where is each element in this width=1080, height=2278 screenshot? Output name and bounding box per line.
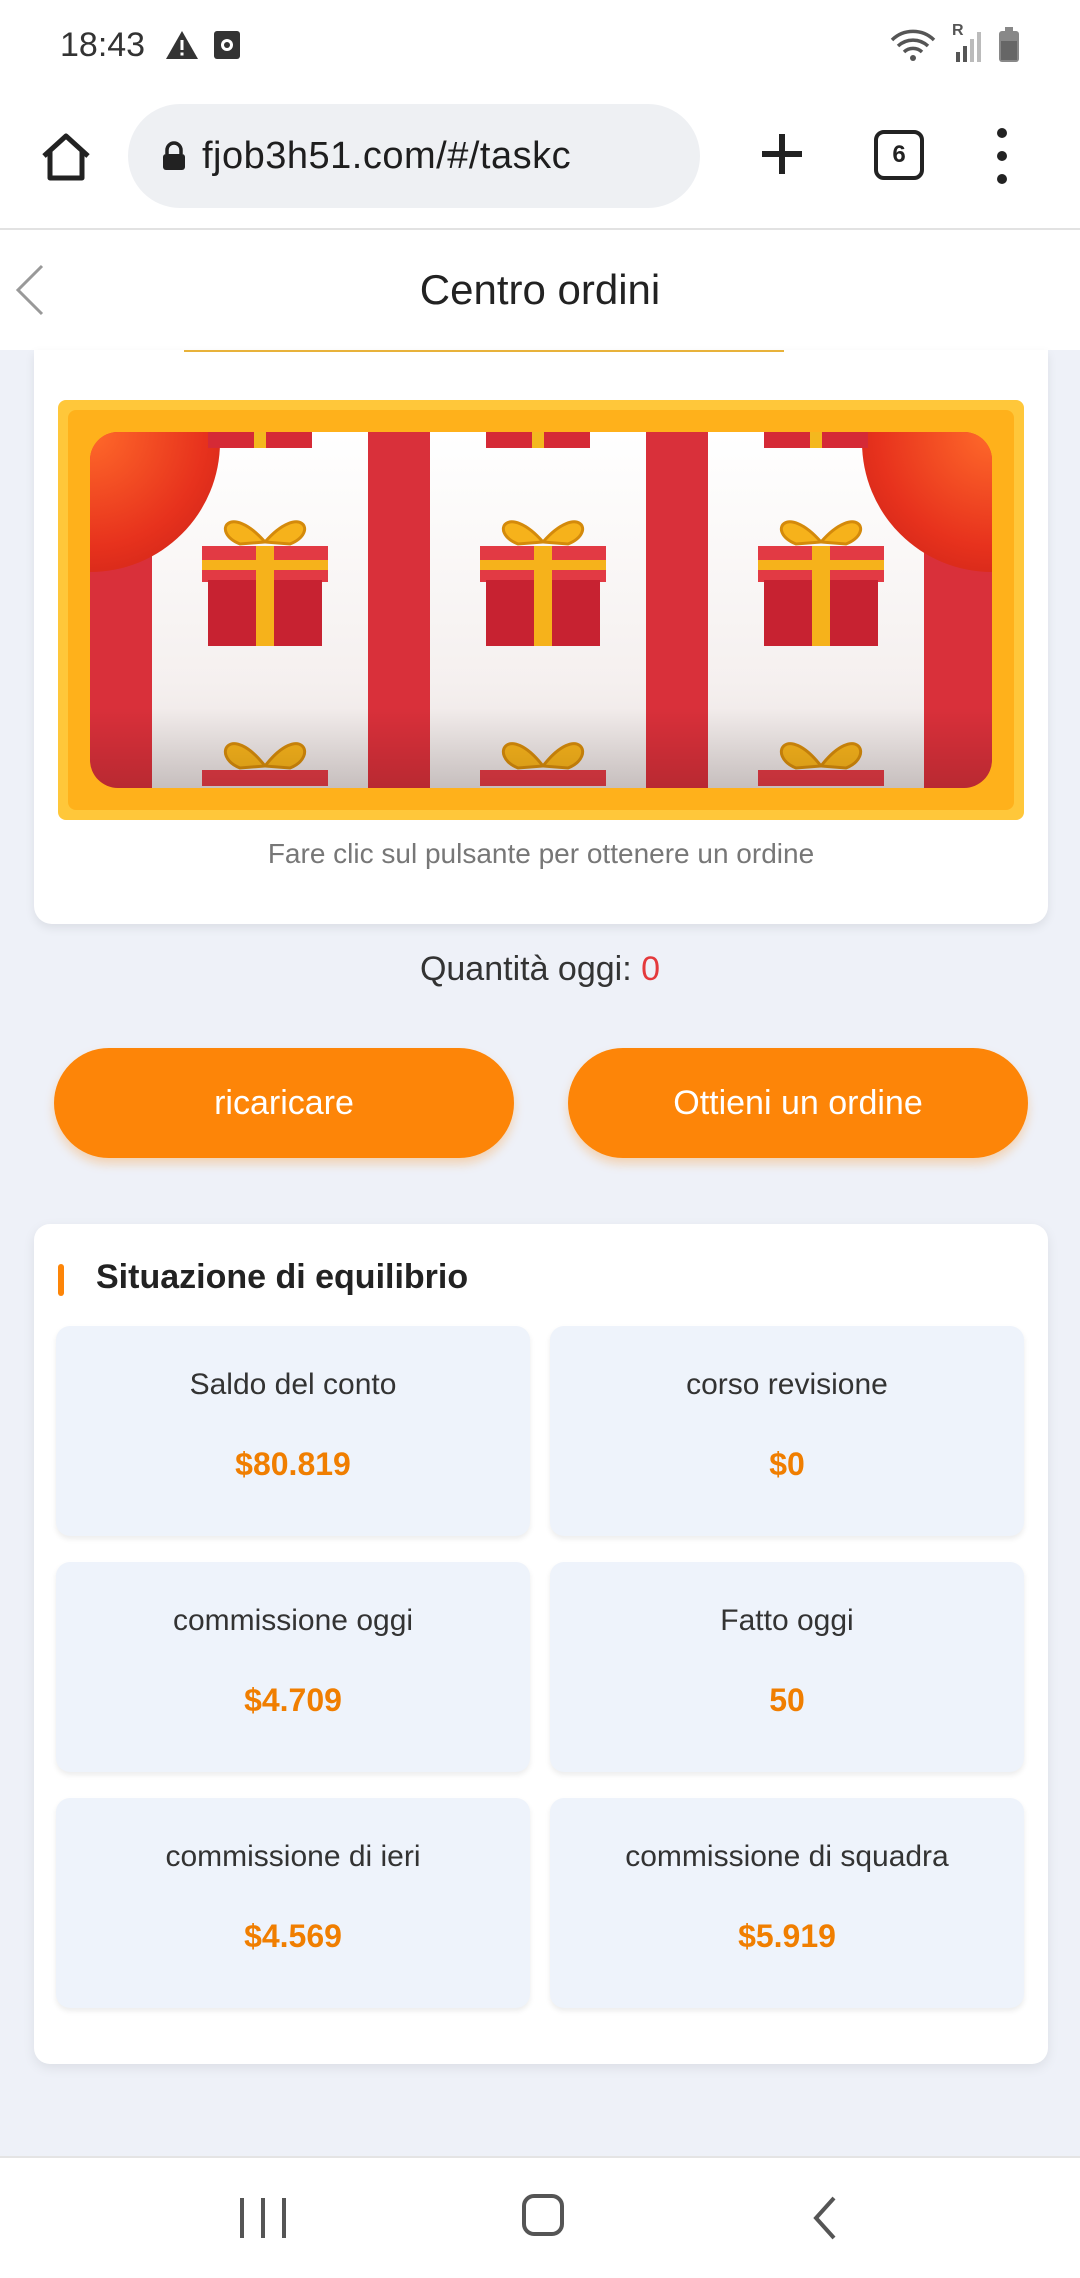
status-time: 18:43 bbox=[60, 25, 146, 64]
status-bar: 18:43 R bbox=[0, 0, 1080, 90]
stat-value: 50 bbox=[769, 1682, 805, 1718]
home-icon[interactable] bbox=[38, 128, 94, 184]
quantity-label: Quantità oggi: bbox=[419, 950, 642, 988]
system-nav-bar bbox=[0, 2156, 1080, 2278]
stat-label: Fatto oggi bbox=[720, 1604, 854, 1637]
balance-section-title: Situazione di equilibrio bbox=[96, 1258, 469, 1296]
gift-icon bbox=[758, 742, 884, 786]
url-text: fjob3h51.com/#/taskc bbox=[202, 134, 572, 177]
more-menu-icon[interactable] bbox=[990, 128, 1014, 184]
page-title: Centro ordini bbox=[419, 266, 661, 313]
stat-value: $5.919 bbox=[738, 1918, 836, 1954]
slot-window bbox=[90, 432, 992, 788]
new-tab-icon[interactable] bbox=[752, 124, 812, 184]
stat-label: commissione di ieri bbox=[165, 1840, 421, 1873]
lock-icon bbox=[163, 141, 185, 170]
screenshot-icon bbox=[214, 31, 241, 59]
gift-icon bbox=[758, 520, 884, 646]
signal-icon: R bbox=[952, 22, 982, 62]
back-arrow-icon[interactable] bbox=[12, 262, 52, 318]
gift-icon bbox=[480, 742, 606, 786]
quantity-value: 0 bbox=[641, 950, 661, 988]
recharge-button[interactable]: ricaricare bbox=[54, 1048, 514, 1158]
back-nav-icon[interactable] bbox=[810, 2194, 840, 2242]
home-nav-icon[interactable] bbox=[522, 2194, 564, 2236]
page-header: Centro ordini bbox=[0, 230, 1080, 350]
stat-done-today: Fatto oggi 50 bbox=[550, 1562, 1024, 1772]
stat-review-course: corso revisione $0 bbox=[550, 1326, 1024, 1536]
stat-value: $80.819 bbox=[235, 1446, 351, 1482]
stat-commission-today: commissione oggi $4.709 bbox=[56, 1562, 530, 1772]
stat-value: $0 bbox=[769, 1446, 805, 1482]
gift-icon bbox=[202, 520, 328, 646]
wifi-icon bbox=[890, 29, 936, 61]
stat-team-commission: commissione di squadra $5.919 bbox=[550, 1798, 1024, 2008]
stat-label: corso revisione bbox=[686, 1368, 888, 1401]
tab-count: 6 bbox=[892, 141, 906, 168]
balance-card: Situazione di equilibrio Saldo del conto… bbox=[34, 1224, 1048, 2064]
section-accent-bar bbox=[58, 1264, 64, 1296]
url-bar[interactable]: fjob3h51.com/#/taskc bbox=[128, 104, 700, 208]
slot-machine[interactable] bbox=[58, 400, 1024, 820]
cut-off-text: ▬▬▬▬▬▬▬▬▬▬▬▬▬▬▬▬▬▬▬▬ bbox=[184, 350, 784, 360]
battery-icon bbox=[999, 27, 1019, 62]
get-order-button[interactable]: Ottieni un ordine bbox=[568, 1048, 1028, 1158]
slot-hint-text: Fare clic sul pulsante per ottenere un o… bbox=[267, 838, 815, 869]
stat-label: commissione di squadra bbox=[625, 1840, 949, 1873]
stat-value: $4.569 bbox=[244, 1918, 342, 1954]
gift-icon bbox=[208, 432, 312, 448]
warning-icon bbox=[166, 31, 199, 59]
slot-card: ▬▬▬▬▬▬▬▬▬▬▬▬▬▬▬▬▬▬▬▬ bbox=[34, 350, 1048, 924]
recharge-button-label: ricaricare bbox=[214, 1083, 354, 1122]
recent-apps-icon[interactable] bbox=[240, 2198, 286, 2238]
gift-icon bbox=[202, 742, 328, 786]
stat-value: $4.709 bbox=[244, 1682, 342, 1718]
stat-label: commissione oggi bbox=[172, 1604, 414, 1637]
get-order-button-label: Ottieni un ordine bbox=[673, 1083, 923, 1122]
browser-toolbar: fjob3h51.com/#/taskc 6 bbox=[0, 90, 1080, 230]
stat-label: Saldo del conto bbox=[189, 1368, 397, 1401]
gift-icon bbox=[764, 432, 868, 448]
quantity-today: Quantità oggi: 0 bbox=[0, 950, 1080, 989]
gift-icon bbox=[486, 432, 590, 448]
stat-account-balance: Saldo del conto $80.819 bbox=[56, 1326, 530, 1536]
stat-commission-yesterday: commissione di ieri $4.569 bbox=[56, 1798, 530, 2008]
gift-icon bbox=[480, 520, 606, 646]
tab-switcher-button[interactable]: 6 bbox=[874, 130, 924, 180]
